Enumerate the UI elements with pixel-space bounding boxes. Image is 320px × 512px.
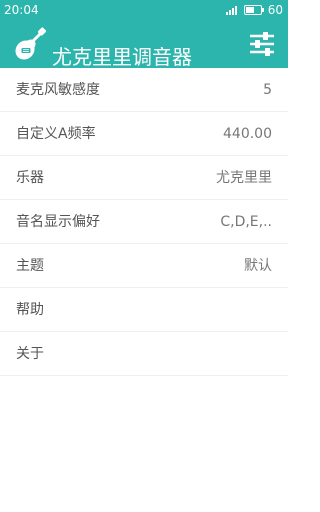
setting-value: 5 xyxy=(263,82,272,98)
setting-label: 自定义A频率 xyxy=(16,126,96,142)
status-indicators: 60 xyxy=(225,3,283,17)
setting-value: 尤克里里 xyxy=(216,170,272,186)
battery-icon xyxy=(243,5,264,15)
app-bar: 尤克里里调音器 xyxy=(0,20,288,70)
setting-about[interactable]: 关于 xyxy=(0,332,288,376)
setting-value: 440.00 xyxy=(223,126,272,142)
setting-label: 帮助 xyxy=(16,302,44,318)
settings-button[interactable] xyxy=(246,28,278,60)
setting-help[interactable]: 帮助 xyxy=(0,288,288,332)
setting-label: 麦克风敏感度 xyxy=(16,82,100,98)
setting-label: 音名显示偏好 xyxy=(16,214,100,230)
setting-note-name-preference[interactable]: 音名显示偏好 C,D,E,.. xyxy=(0,200,288,244)
setting-mic-sensitivity[interactable]: 麦克风敏感度 5 xyxy=(0,68,288,112)
setting-custom-a-frequency[interactable]: 自定义A频率 440.00 xyxy=(0,112,288,156)
setting-value: C,D,E,.. xyxy=(220,214,272,230)
setting-label: 乐器 xyxy=(16,170,44,186)
status-bar: 20:04 60 xyxy=(0,0,288,20)
setting-label: 主题 xyxy=(16,258,44,274)
status-time: 20:04 xyxy=(4,3,39,17)
setting-label: 关于 xyxy=(16,346,44,362)
setting-value: 默认 xyxy=(244,258,272,274)
setting-instrument[interactable]: 乐器 尤克里里 xyxy=(0,156,288,200)
settings-list: 麦克风敏感度 5 自定义A频率 440.00 乐器 尤克里里 音名显示偏好 C,… xyxy=(0,68,288,376)
ukulele-icon xyxy=(12,26,48,62)
sliders-icon xyxy=(250,32,274,56)
signal-icon xyxy=(225,5,238,15)
app-title: 尤克里里调音器 xyxy=(52,45,192,70)
setting-theme[interactable]: 主题 默认 xyxy=(0,244,288,288)
battery-level-text: 60 xyxy=(267,3,283,17)
